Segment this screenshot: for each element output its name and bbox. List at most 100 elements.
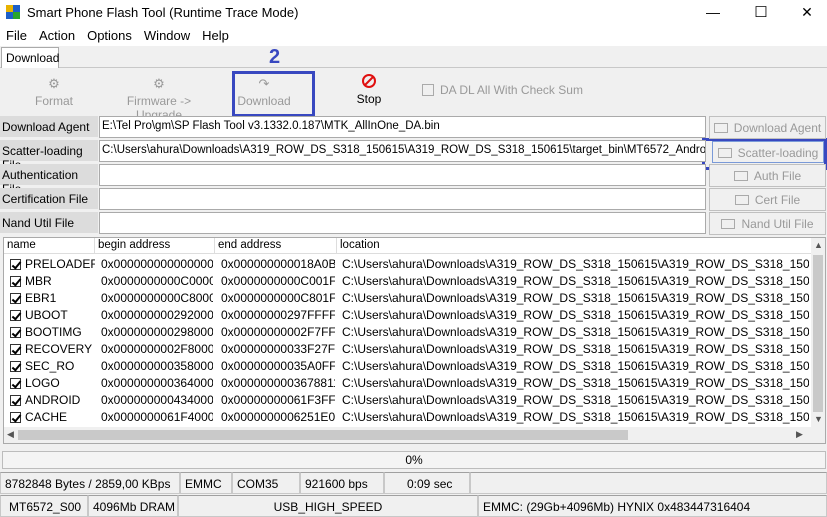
authentication-file-field[interactable] [99,164,706,186]
row-checkbox[interactable] [10,259,21,270]
table-row[interactable]: ANDROID 0x0000000004340000 0x00000000061F3… [4,392,814,409]
location: C:\Users\ahura\Downloads\A319_ROW_DS_S31… [342,274,809,288]
menu-action[interactable]: Action [33,28,81,43]
begin-address: 0x0000000003580000 [101,359,213,373]
scroll-down-icon[interactable]: ▼ [814,414,823,424]
checkbox-icon [422,84,434,96]
table-row[interactable]: SEC_RO 0x0000000003580000 0x00000000035A0F… [4,358,814,375]
row-checkbox[interactable] [10,412,21,423]
scroll-right-icon[interactable]: ▶ [796,429,803,440]
column-header-end-address[interactable]: end address [215,238,337,254]
row-checkbox[interactable] [10,293,21,304]
table-row[interactable]: BOOTIMG 0x0000000002980000 0x00000000002F7… [4,324,814,341]
folder-icon [717,148,732,158]
transfer-rate: 8782848 Bytes / 2859,00 KBps [0,472,180,494]
row-checkbox[interactable] [10,327,21,338]
gear-icon: ⚙ [153,76,165,91]
partition-name: UBOOT [25,308,68,322]
end-address: 0x0000000006251E0CF [221,410,335,424]
close-button[interactable]: ✕ [784,0,827,24]
row-checkbox[interactable] [10,395,21,406]
status-bar-bottom: MT6572_S00 4096Mb DRAM USB_HIGH_SPEED EM… [0,495,827,517]
tab-download[interactable]: Download [1,47,59,68]
vertical-scroll-thumb[interactable] [813,255,823,412]
table-row[interactable]: MBR 0x0000000000C00000 0x0000000000C001FF C… [4,273,814,290]
begin-address: 0x0000000000C00000 [101,274,213,288]
nand-util-file-button-label: Nand Util File [741,217,814,231]
column-header-begin-address[interactable]: begin address [95,238,215,254]
partition-table: name begin address end address location … [3,237,826,444]
scroll-left-icon[interactable]: ◀ [7,429,14,440]
status-bar-top: 8782848 Bytes / 2859,00 KBps EMMC COM35 … [0,472,827,494]
menu-bar: File Action Options Window Help [0,24,827,46]
table-row[interactable]: UBOOT 0x0000000002920000 0x00000000297FFFF… [4,307,814,324]
table-row[interactable]: EBR1 0x0000000000C80000 0x0000000000C801FF… [4,290,814,307]
folder-icon [734,195,749,205]
partition-name: PRELOADER [25,257,95,271]
location: C:\Users\ahura\Downloads\A319_ROW_DS_S31… [342,308,809,322]
maximize-button[interactable]: ☐ [738,0,784,24]
da-dl-checksum-label: DA DL All With Check Sum [440,83,583,97]
table-row[interactable]: LOGO 0x0000000003640000 0x0000000003678811… [4,375,814,392]
column-header-location[interactable]: location [337,238,814,254]
horizontal-scrollbar[interactable]: ◀ ▶ [4,427,825,443]
gear-icon: ⚙ [48,76,60,91]
table-row[interactable]: CACHE 0x0000000061F40000 0x0000000006251E0… [4,409,814,426]
authentication-file-label: Authentication File [0,164,98,196]
partition-name: CACHE [25,410,68,424]
partition-name: EBR1 [25,291,57,305]
da-dl-checksum-checkbox[interactable]: DA DL All With Check Sum [422,83,583,97]
scatter-loading-field[interactable]: C:\Users\ahura\Downloads\A319_ROW_DS_S31… [99,140,706,162]
certification-file-field[interactable] [99,188,706,210]
stop-button[interactable]: Stop [346,74,392,106]
scatter-loading-label: Scatter-loading File [0,140,98,172]
progress-text: 0% [405,453,423,467]
tab-bar: Download [0,46,827,68]
scroll-up-icon[interactable]: ▲ [814,240,823,250]
format-button[interactable]: ⚙ Format [30,76,78,108]
minimize-button[interactable]: — [690,0,736,24]
title-bar: Smart Phone Flash Tool (Runtime Trace Mo… [0,0,827,24]
menu-options[interactable]: Options [81,28,138,43]
row-checkbox[interactable] [10,378,21,389]
row-checkbox[interactable] [10,344,21,355]
storage-type: EMMC [180,472,232,494]
download-agent-field[interactable]: E:\Tel Pro\gm\SP Flash Tool v3.1332.0.18… [99,116,706,138]
menu-help[interactable]: Help [196,28,235,43]
table-row[interactable]: PRELOADER 0x0000000000000000 0x00000000001… [4,256,814,273]
begin-address: 0x0000000003640000 [101,376,213,390]
begin-address: 0x0000000000C80000 [101,291,213,305]
nand-util-file-button[interactable]: Nand Util File [709,212,826,235]
horizontal-scroll-thumb[interactable] [18,430,628,440]
menu-file[interactable]: File [0,28,33,43]
nand-util-file-field[interactable] [99,212,706,234]
end-address: 0x0000000000C801FF [221,291,335,305]
column-header-name[interactable]: name [4,238,95,254]
location: C:\Users\ahura\Downloads\A319_ROW_DS_S31… [342,257,809,271]
vertical-scrollbar[interactable]: ▲ ▼ [811,238,825,428]
auth-file-button[interactable]: Auth File [709,164,826,187]
menu-window[interactable]: Window [138,28,196,43]
location: C:\Users\ahura\Downloads\A319_ROW_DS_S31… [342,410,809,424]
end-address: 0x00000000002F7FFFF [221,325,335,339]
annotation-box-download [232,71,315,117]
app-logo-icon [6,5,20,19]
nand-util-file-label: Nand Util File [0,212,98,234]
begin-address: 0x0000000002920000 [101,308,213,322]
folder-icon [733,171,748,181]
auth-file-button-label: Auth File [753,169,802,183]
table-row[interactable]: RECOVERY 0x0000000002F80000 0x00000000033F… [4,341,814,358]
row-checkbox[interactable] [10,310,21,321]
baud-rate: 921600 bps [300,472,384,494]
partition-name: BOOTIMG [25,325,82,339]
row-checkbox[interactable] [10,361,21,372]
row-checkbox[interactable] [10,276,21,287]
end-address: 0x00000000033F27FF [221,342,335,356]
end-address: 0x00000000061F3FFFF [221,393,335,407]
download-agent-button[interactable]: Download Agent [709,116,826,139]
cert-file-button[interactable]: Cert File [709,188,826,211]
scatter-loading-button[interactable]: Scatter-loading [712,141,824,163]
com-port: COM35 [232,472,300,494]
annotation-label-2: 2 [269,46,281,68]
end-address: 0x0000000000C001FF [221,274,335,288]
